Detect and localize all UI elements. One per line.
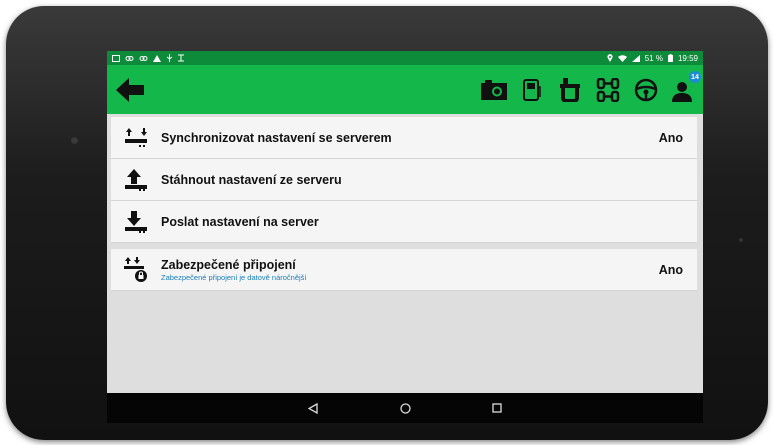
nav-recents-icon <box>492 403 502 413</box>
tablet-frame: 51 % 19:59 14 Synchronizovat nastavení s… <box>6 6 768 440</box>
status-bar: 51 % 19:59 <box>107 51 703 65</box>
download-arrow-icon <box>125 210 147 233</box>
back-arrow-icon <box>116 77 144 102</box>
nav-home-button[interactable] <box>398 401 412 415</box>
battery-icon <box>667 54 673 62</box>
wifi-icon <box>617 54 627 62</box>
messages-button[interactable]: 14 <box>665 65 703 114</box>
nav-home-icon <box>399 402 411 414</box>
signal-icon <box>631 54 640 62</box>
sync-arrows-icon <box>125 127 147 147</box>
upload-settings-row[interactable]: Poslat nastavení na server <box>111 201 697 243</box>
warning-icon <box>153 54 161 62</box>
link-icon <box>139 55 148 61</box>
fuel-icon <box>523 78 541 101</box>
camera-button[interactable] <box>475 65 513 114</box>
system-icons: 51 % 19:59 <box>607 54 698 63</box>
sync-settings-row[interactable]: Synchronizovat nastavení se serverem Ano <box>111 117 697 159</box>
screen: 51 % 19:59 14 Synchronizovat nastavení s… <box>107 51 703 423</box>
android-nav-bar <box>107 393 703 423</box>
input-icon <box>178 54 184 62</box>
settings-list: Synchronizovat nastavení se serverem Ano… <box>111 117 697 291</box>
secure-connection-row[interactable]: Zabezpečené připojení Zabezpečené připoj… <box>111 249 697 291</box>
link-icon <box>125 55 134 61</box>
front-camera <box>70 136 79 145</box>
back-button[interactable] <box>107 65 153 114</box>
camera-icon <box>481 79 507 100</box>
download-settings-row[interactable]: Stáhnout nastavení ze serveru <box>111 159 697 201</box>
row-subtitle: Zabezpečené připojení je datově náročněj… <box>161 272 307 282</box>
row-label: Zabezpečené připojení <box>161 257 296 272</box>
battery-percent: 51 % <box>644 53 663 63</box>
row-value: Ano <box>658 130 683 145</box>
location-icon <box>607 54 613 62</box>
secure-lock-icon <box>124 256 147 282</box>
upload-arrow-icon <box>125 168 147 191</box>
messages-badge: 14 <box>689 71 701 83</box>
nav-back-icon <box>308 402 318 414</box>
row-value: Ano <box>658 262 683 277</box>
trailer-button[interactable] <box>551 65 589 114</box>
light-sensor <box>739 238 743 242</box>
row-label: Stáhnout nastavení ze serveru <box>161 172 342 187</box>
screenshot-icon <box>112 54 120 62</box>
row-label: Poslat nastavení na server <box>161 214 319 229</box>
fuel-button[interactable] <box>513 65 551 114</box>
axles-button[interactable] <box>589 65 627 114</box>
nav-recents-button[interactable] <box>490 401 504 415</box>
axles-icon <box>596 77 620 102</box>
notification-icons <box>112 54 184 62</box>
usb-icon <box>166 54 173 62</box>
row-label: Synchronizovat nastavení se serverem <box>161 130 392 145</box>
app-bar: 14 <box>107 65 703 114</box>
steering-wheel-icon <box>634 78 658 101</box>
clock: 19:59 <box>677 53 698 63</box>
trailer-icon <box>560 77 580 102</box>
nav-back-button[interactable] <box>306 401 320 415</box>
driving-button[interactable] <box>627 65 665 114</box>
